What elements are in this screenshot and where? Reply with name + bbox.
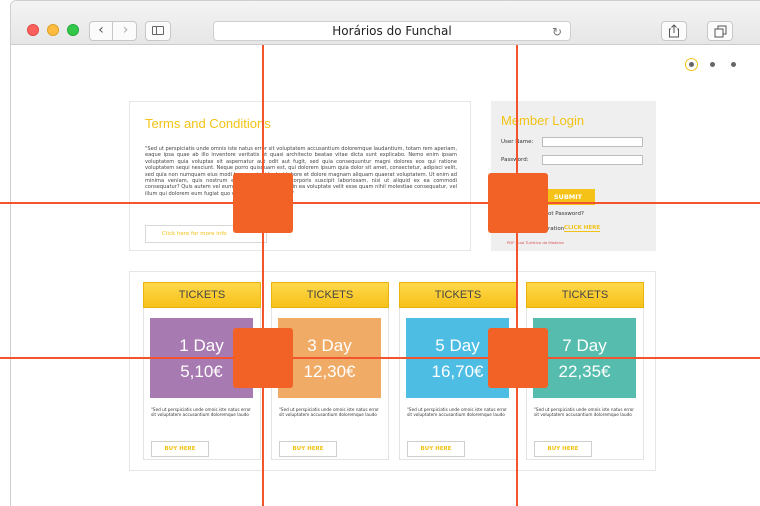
close-window-button[interactable] bbox=[27, 24, 39, 36]
password-label: Password: bbox=[501, 157, 529, 163]
ticket-header: TICKETS bbox=[143, 282, 261, 308]
page-title: Horários do Funchal bbox=[332, 24, 452, 38]
ticket-description: "Sed ut perspiciatis unde omnis iste nat… bbox=[279, 407, 379, 417]
pager-dot[interactable] bbox=[731, 62, 736, 67]
register-click-here-link[interactable]: CLICK HERE bbox=[564, 225, 601, 232]
buy-here-button[interactable]: BUY HERE bbox=[151, 441, 209, 457]
grid-handle[interactable] bbox=[233, 173, 293, 233]
zoom-window-button[interactable] bbox=[67, 24, 79, 36]
pager-dot[interactable] bbox=[685, 58, 698, 71]
grid-handle[interactable] bbox=[233, 328, 293, 388]
guide-line-vertical bbox=[516, 45, 518, 506]
back-forward-buttons: ‹ › bbox=[89, 21, 137, 41]
sidebar-icon bbox=[152, 26, 164, 35]
stage: ‹ › Horários do Funchal ↻ Terms and Cond… bbox=[0, 0, 760, 506]
ticket-price: 12,30€ bbox=[303, 362, 356, 381]
sidebar-toggle-button[interactable] bbox=[145, 21, 171, 41]
ticket-price: 22,35€ bbox=[558, 362, 611, 381]
ticket-header: TICKETS bbox=[526, 282, 644, 308]
buy-here-button[interactable]: BUY HERE bbox=[534, 441, 592, 457]
guide-line-vertical bbox=[262, 45, 264, 506]
tickets-section: TICKETS 1 Day 5,10€ "Sed ut perspiciatis… bbox=[129, 271, 656, 471]
browser-window: ‹ › Horários do Funchal ↻ Terms and Cond… bbox=[10, 0, 760, 506]
back-icon[interactable]: ‹ bbox=[90, 22, 113, 40]
buy-here-button[interactable]: BUY HERE bbox=[279, 441, 337, 457]
forward-icon[interactable]: › bbox=[114, 22, 137, 40]
pager-dot[interactable] bbox=[710, 62, 715, 67]
ticket-days: 7 Day bbox=[562, 336, 607, 355]
ticket-header: TICKETS bbox=[399, 282, 517, 308]
reload-icon[interactable]: ↻ bbox=[552, 23, 562, 41]
guide-line-horizontal bbox=[0, 202, 760, 204]
browser-toolbar: ‹ › Horários do Funchal ↻ bbox=[11, 1, 760, 45]
tabs-overview-button[interactable] bbox=[707, 21, 733, 41]
grid-handle[interactable] bbox=[488, 173, 548, 233]
login-title: Member Login bbox=[501, 113, 585, 128]
ticket-description: "Sed ut perspiciatis unde omnis iste nat… bbox=[151, 407, 251, 417]
username-field[interactable] bbox=[542, 137, 643, 147]
share-button[interactable] bbox=[661, 21, 687, 41]
terms-title: Terms and Conditions bbox=[145, 116, 271, 131]
ticket-header: TICKETS bbox=[271, 282, 389, 308]
password-field[interactable] bbox=[542, 155, 643, 165]
guide-line-horizontal bbox=[0, 357, 760, 359]
terms-body: "Sed ut perspiciatis unde omnis iste nat… bbox=[145, 146, 457, 197]
ticket-days: 3 Day bbox=[307, 336, 352, 355]
ticket-description: "Sed ut perspiciatis unde omnis iste nat… bbox=[534, 407, 634, 417]
buy-here-button[interactable]: BUY HERE bbox=[407, 441, 465, 457]
tabs-icon bbox=[714, 25, 726, 38]
address-bar[interactable]: Horários do Funchal ↻ bbox=[213, 21, 571, 41]
share-icon bbox=[669, 24, 679, 38]
minimize-window-button[interactable] bbox=[47, 24, 59, 36]
terms-panel: Terms and Conditions "Sed ut perspiciati… bbox=[129, 101, 471, 251]
page-content: Terms and Conditions "Sed ut perspiciati… bbox=[11, 46, 760, 506]
ticket-description: "Sed ut perspiciatis unde omnis iste nat… bbox=[407, 407, 507, 417]
grid-handle[interactable] bbox=[488, 328, 548, 388]
